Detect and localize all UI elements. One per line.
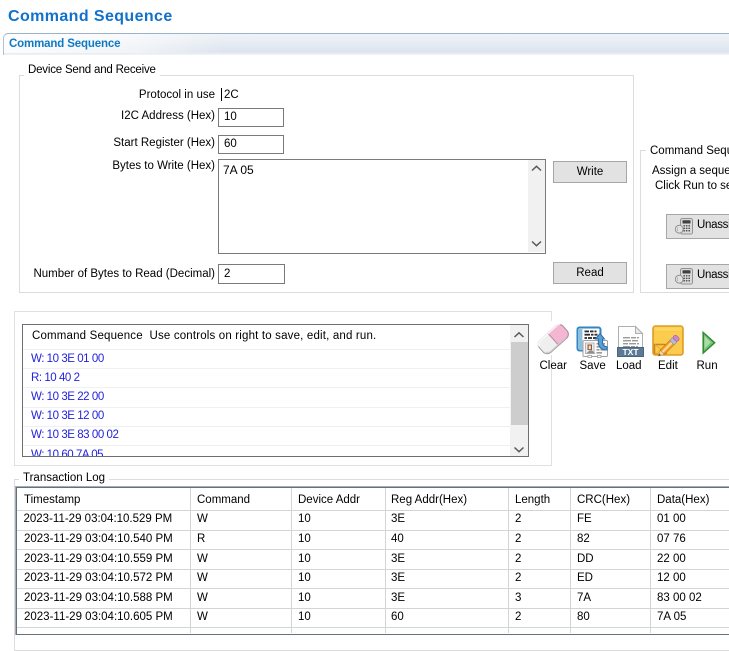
svg-text:TXT: TXT bbox=[622, 347, 639, 357]
